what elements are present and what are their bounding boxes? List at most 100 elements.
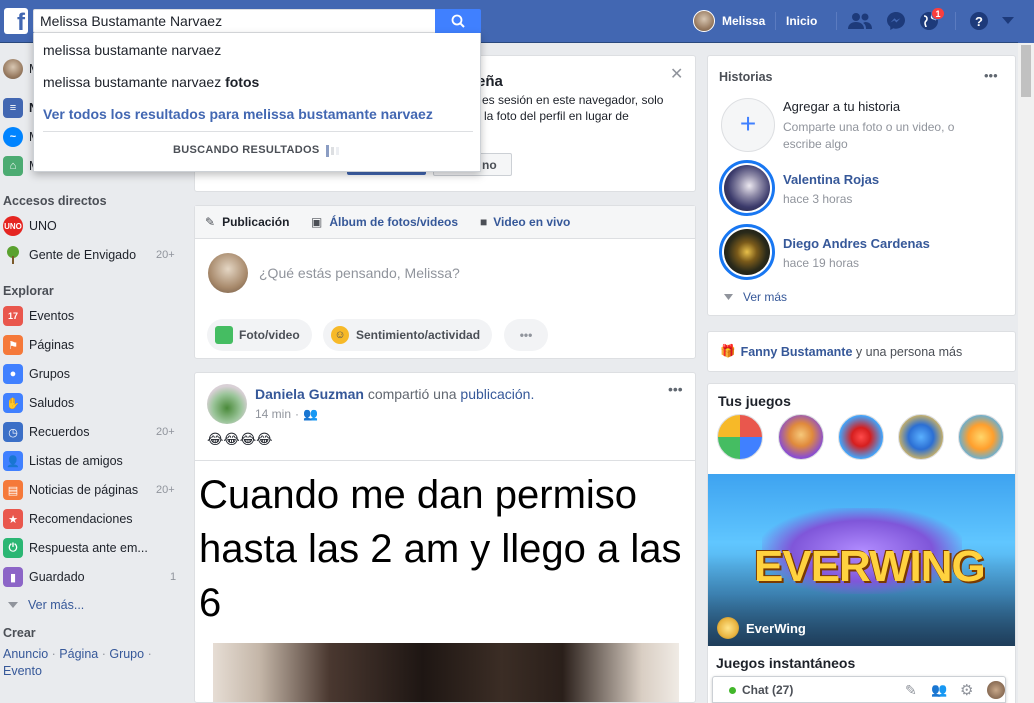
search-button[interactable] [435,9,481,33]
profile-link[interactable]: Melissa [693,10,765,32]
create-group-icon[interactable]: 👥 [931,682,947,698]
sidebar-item-recomendaciones[interactable]: ★ Recomendaciones [3,508,133,530]
tab-live-video[interactable]: ■ Video en vivo [480,215,570,229]
sidebar-item-grupos[interactable]: ● Grupos [3,363,70,385]
games-title: Tus juegos [718,393,791,409]
game-avatar [717,617,739,639]
post-shared-link[interactable]: publicación. [460,386,534,402]
search-input[interactable] [33,9,436,33]
feeling-activity-button[interactable]: ☺ Sentimiento/actividad [323,319,493,351]
sidebar-item-noticias-de-páginas[interactable]: ▤ Noticias de páginas [3,479,138,501]
audience-friends-icon[interactable]: 👥 [303,407,318,421]
stories-see-more[interactable]: Ver más [724,290,787,304]
story-thumbnail[interactable] [719,224,775,280]
friends-list-icon: 👤 [3,451,23,471]
meme-caption: Cuando me dan permiso hasta las 2 am y l… [199,473,682,625]
sidebar-item-label: Grupos [29,367,70,381]
flag-icon: ⚑ [3,335,23,355]
count-badge: 20+ [156,249,175,261]
story-time: hace 3 horas [783,192,853,206]
home-link[interactable]: Inicio [786,14,817,28]
memories-icon: ◷ [3,422,23,442]
featured-game-banner[interactable]: EVERWING EverWing [708,474,1015,646]
close-icon[interactable]: ✕ [670,64,683,84]
page-feed-icon: ▤ [3,480,23,500]
crisis-icon: ⏻ [3,538,23,558]
online-dot-icon [729,687,736,694]
stories-options-icon[interactable]: ••• [984,68,998,83]
birthday-rest: y una persona más [855,344,963,359]
tab-publicacion[interactable]: ✎ Publicación [205,215,289,229]
scrollbar[interactable] [1018,43,1034,703]
help-icon[interactable]: ? [967,10,991,32]
story-thumbnail[interactable] [719,160,775,216]
search-suggestion[interactable]: melissa bustamante narvaez fotos [43,74,259,90]
search-suggestion[interactable]: melissa bustamante narvaez [43,42,221,58]
scrollbar-thumb[interactable] [1021,45,1031,97]
shortcuts-heading: Accesos directos [3,194,107,208]
explore-heading: Explorar [3,284,54,298]
sidebar-item-recuerdos[interactable]: ◷ Recuerdos [3,421,89,443]
create-ad-link[interactable]: Anuncio [3,647,48,661]
sidebar-item-label: Guardado [29,570,85,584]
see-more-link[interactable]: Ver más... [8,594,84,616]
create-event-link[interactable]: Evento [3,664,42,678]
post-time[interactable]: 14 min [255,407,291,421]
divider [955,12,956,30]
facebook-logo-icon[interactable]: f [4,8,28,34]
sidebar-item-páginas[interactable]: ⚑ Páginas [3,334,74,356]
see-more-label: Ver más [743,290,788,304]
photo-video-button[interactable]: Foto/video [207,319,312,351]
uno-game-icon: UNO [3,216,23,236]
story-time: hace 19 horas [783,256,860,270]
story-author[interactable]: Diego Andres Cardenas [783,236,930,251]
sidebar-item-respuesta-ante-em[interactable]: ⏻ Respuesta ante em... [3,537,148,559]
see-all-results-link[interactable]: Ver todos los resultados para melissa bu… [43,106,433,122]
composer-input[interactable]: ¿Qué estás pensando, Melissa? [259,265,679,281]
sidebar-item-uno[interactable]: UNO UNO [3,215,57,237]
create-page-link[interactable]: Página [59,647,98,661]
messenger-icon[interactable] [884,10,908,32]
meme-image[interactable] [213,643,679,702]
avatar[interactable] [207,384,247,424]
story-author[interactable]: Valentina Rojas [783,172,879,187]
friend-requests-icon[interactable] [848,10,872,32]
birthday-name[interactable]: Fanny Bustamante [741,345,853,359]
sidebar-item-label: Saludos [29,396,75,410]
sidebar-item-listas-de-amigos[interactable]: 👤 Listas de amigos [3,450,123,472]
everwing-logo: EVERWING [754,542,986,591]
post-action-text: compartió una [367,386,457,402]
tab-album[interactable]: ▣ Álbum de fotos/videos [311,215,458,229]
chat-bar[interactable]: Chat (27) ✎ 👥 ⚙ [712,676,1006,703]
game-icon[interactable] [838,414,884,460]
post-author[interactable]: Daniela Guzman [255,386,364,402]
settings-gear-icon[interactable]: ⚙ [960,681,973,699]
groups-icon: ● [3,364,23,384]
new-message-icon[interactable]: ✎ [905,682,917,699]
sidebar-item-guardado[interactable]: ▮ Guardado [3,566,85,588]
game-icon[interactable] [898,414,944,460]
more-options-icon[interactable]: ••• [504,319,548,351]
game-icon[interactable] [958,414,1004,460]
post-meta: 14 min · 👥 [255,407,318,421]
action-label: Foto/video [239,328,300,342]
post-options-icon[interactable]: ••• [668,381,683,397]
add-story-plus-icon[interactable]: + [721,98,775,152]
count-badge: 20+ [156,426,175,438]
sidebar-item-label: Noticias de páginas [29,483,139,497]
security-line-1: es sesión en este navegador, solo [482,93,664,107]
create-heading: Crear [3,626,36,640]
avatar[interactable] [987,681,1005,699]
chat-label: Chat (27) [742,683,794,697]
sidebar-item-gente-de-envigado[interactable]: Gente de Envigado [3,244,136,266]
sidebar-item-label: Recomendaciones [29,512,133,526]
create-group-link[interactable]: Grupo [109,647,144,661]
sidebar-item-saludos[interactable]: ✋ Saludos [3,392,74,414]
game-icon[interactable] [778,414,824,460]
game-icon[interactable] [717,414,763,460]
birthday-card[interactable]: 🎁 Fanny Bustamante y una persona más [707,331,1016,372]
account-menu-caret-icon[interactable] [998,10,1018,32]
sidebar-item-eventos[interactable]: 17 Eventos [3,305,74,327]
add-story-title[interactable]: Agregar a tu historia [783,99,900,114]
tab-label: Publicación [222,215,290,229]
